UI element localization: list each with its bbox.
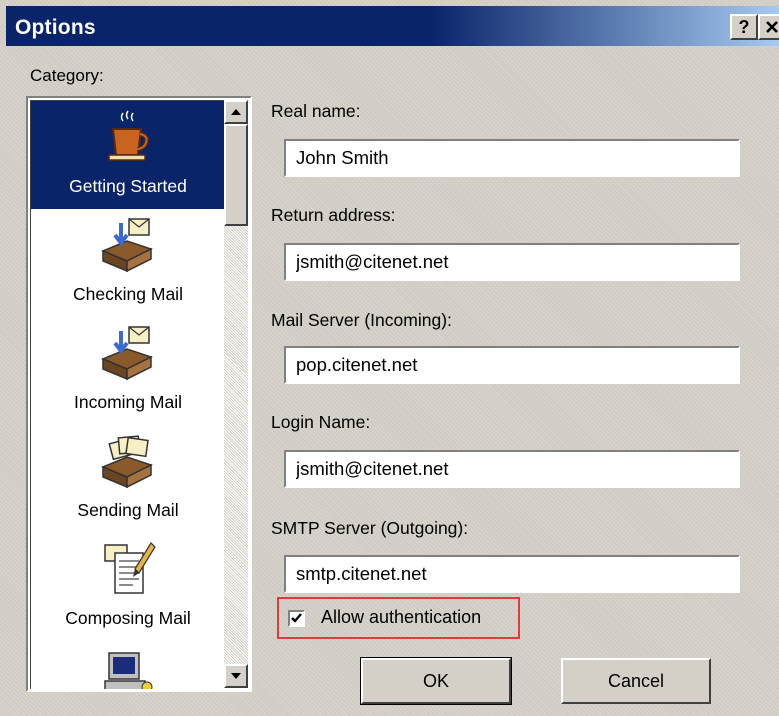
scroll-thumb[interactable] (224, 124, 248, 226)
computer-icon (104, 652, 153, 689)
arrow-up-icon (231, 109, 241, 115)
category-label-checking-mail: Checking Mail (73, 284, 183, 304)
category-label-sending-mail: Sending Mail (77, 500, 179, 520)
category-label-incoming-mail: Incoming Mail (74, 392, 182, 412)
options-dialog: Options ? Category: Getting Started Chec… (0, 0, 779, 716)
scroll-down-button[interactable] (224, 664, 248, 688)
category-label: Category: (30, 66, 104, 85)
real-name-field[interactable] (284, 139, 740, 177)
allow-authentication-highlight: Allow authentication (277, 597, 520, 639)
mail-server-label: Mail Server (Incoming): (271, 310, 452, 330)
allow-authentication-checkbox[interactable] (288, 610, 305, 627)
category-item-incoming-mail[interactable]: Incoming Mail (31, 317, 225, 425)
smtp-server-label: SMTP Server (Outgoing): (271, 518, 469, 538)
mail-tray-outgoing-icon (101, 435, 153, 489)
scroll-up-button[interactable] (224, 100, 248, 124)
close-icon (766, 21, 778, 33)
mail-tray-check-icon (101, 218, 153, 273)
ok-button[interactable]: OK (360, 657, 512, 705)
category-label-getting-started: Getting Started (69, 176, 187, 196)
category-item-sending-mail[interactable]: Sending Mail (31, 425, 225, 533)
category-label-composing-mail: Composing Mail (65, 608, 191, 628)
login-name-field[interactable] (284, 450, 740, 488)
category-list-scrollbar[interactable] (224, 100, 248, 688)
checkmark-icon (291, 613, 302, 623)
coffee-cup-icon (108, 110, 149, 161)
dialog-title: Options (15, 16, 96, 39)
arrow-down-icon (231, 673, 241, 679)
allow-authentication-label[interactable]: Allow authentication (321, 607, 481, 628)
category-list[interactable]: Getting Started Checking Mail Incoming M… (26, 96, 252, 692)
compose-notepad-icon (104, 542, 156, 594)
mail-server-field[interactable] (284, 346, 740, 384)
category-item-computer[interactable] (31, 641, 225, 689)
category-item-checking-mail[interactable]: Checking Mail (31, 209, 225, 317)
close-button[interactable] (758, 14, 779, 40)
cancel-button[interactable]: Cancel (561, 658, 711, 704)
category-item-composing-mail[interactable]: Composing Mail (31, 533, 225, 641)
title-bar[interactable]: Options ? (6, 6, 779, 46)
mail-tray-incoming-icon (101, 326, 153, 381)
category-list-items: Getting Started Checking Mail Incoming M… (30, 100, 225, 689)
category-item-getting-started[interactable]: Getting Started (31, 101, 225, 209)
return-address-label: Return address: (271, 205, 396, 225)
help-button[interactable]: ? (730, 14, 758, 40)
smtp-server-field[interactable] (284, 555, 740, 593)
real-name-label: Real name: (271, 101, 361, 121)
return-address-field[interactable] (284, 243, 740, 281)
login-name-label: Login Name: (271, 412, 371, 432)
